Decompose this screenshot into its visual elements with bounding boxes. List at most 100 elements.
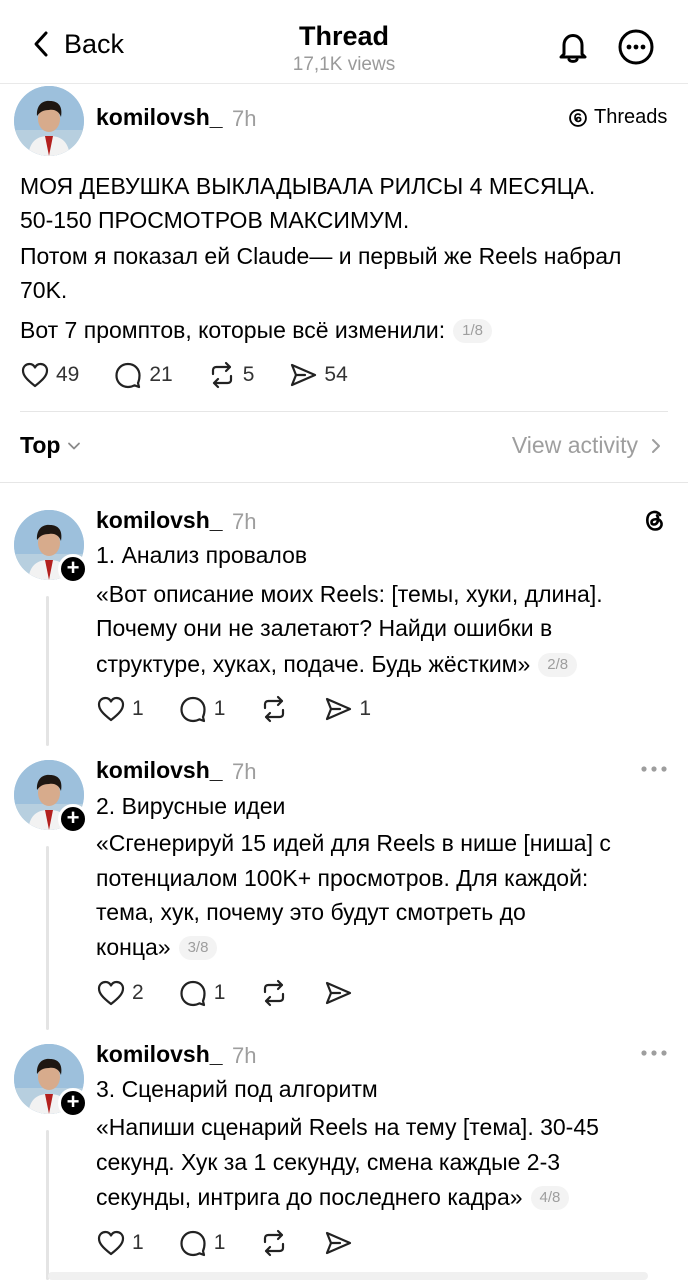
reply-line-3-text: секунды, интрига до последнего кадра»	[96, 1184, 523, 1210]
sort-label: Top	[20, 432, 61, 458]
post-line-1: МОЯ ДЕВУШКА ВЫКЛАДЫВАЛА РИЛСЫ 4 МЕСЯЦА.	[20, 173, 596, 199]
threads-badge[interactable]: Threads	[568, 106, 667, 129]
share-count: 54	[324, 363, 348, 386]
reply-line-3: структуре, хуках, подаче. Будь жёстким» 2…	[96, 647, 666, 682]
reply-line-4-text: конца»	[96, 934, 171, 960]
avatar[interactable]	[14, 86, 84, 156]
reply-line-1: «Вот описание моих Reels: [темы, хуки, д…	[96, 581, 603, 607]
comment-button[interactable]: 1	[178, 1228, 226, 1258]
reply-username[interactable]: komilovsh_	[96, 757, 223, 784]
reply-actions: 1 1	[96, 1228, 387, 1258]
avatar-photo	[14, 86, 84, 156]
share-button[interactable]	[323, 978, 353, 1008]
heart-icon	[97, 696, 125, 722]
thread-line	[46, 846, 49, 1030]
reply-actions: 2 1	[96, 978, 387, 1008]
post-time: 7h	[232, 106, 257, 131]
post-counter: 1/8	[453, 319, 492, 343]
threads-badge-label: Threads	[594, 106, 668, 128]
reply-line-2: потенциалом 100K+ просмотров. Для каждой…	[96, 865, 589, 891]
comment-count: 1	[213, 1231, 226, 1254]
comment-icon	[180, 1230, 206, 1257]
repost-count: 5	[242, 363, 255, 386]
send-icon	[326, 1231, 352, 1255]
like-button[interactable]: 49	[20, 360, 79, 390]
send-icon	[326, 981, 352, 1005]
repost-icon	[264, 1229, 285, 1257]
reply-line-2: секунд. Хук за 1 секунду, смена каждые 2…	[96, 1149, 561, 1175]
share-count: 1	[359, 697, 372, 720]
like-count: 1	[132, 697, 144, 720]
send-icon	[326, 697, 352, 721]
reply-line-1: «Напиши сценарий Reels на тему [тема]. 3…	[96, 1114, 599, 1140]
reply-line-3: тема, хук, почему это будут смотреть до	[96, 899, 526, 925]
reply-time: 7h	[232, 1043, 257, 1068]
post-line-5-text: Вот 7 промптов, которые всё изменили:	[20, 317, 446, 343]
view-activity-link[interactable]: View activity	[512, 432, 662, 459]
repost-button[interactable]	[259, 1228, 289, 1258]
reply-heading: 3. Сценарий под алгоритм	[96, 1076, 378, 1102]
more-icon[interactable]	[640, 764, 668, 774]
reply-line-3-text: структуре, хуках, подаче. Будь жёстким»	[96, 651, 531, 677]
reply-heading: 1. Анализ провалов	[96, 542, 308, 568]
view-activity-label: View activity	[511, 432, 638, 458]
post-username[interactable]: komilovsh_	[96, 104, 223, 131]
repost-icon	[211, 361, 232, 389]
reply-time: 7h	[232, 509, 257, 534]
like-button[interactable]: 1	[96, 694, 144, 724]
threads-logo-icon[interactable]	[640, 506, 668, 534]
comment-button[interactable]: 1	[178, 978, 226, 1008]
chevron-right-icon	[652, 438, 660, 453]
like-count: 1	[132, 1231, 144, 1254]
comment-count: 21	[149, 363, 173, 386]
follow-plus-button[interactable]: +	[58, 804, 88, 834]
repost-button[interactable]	[259, 694, 289, 724]
post-line-5: Вот 7 промптов, которые всё изменили: 1/8	[20, 312, 492, 348]
comment-icon	[115, 362, 141, 389]
comment-count: 1	[213, 981, 226, 1004]
reply-username[interactable]: komilovsh_	[96, 1041, 223, 1068]
reply-actions: 1 1 1	[96, 694, 405, 724]
reply-counter: 4/8	[530, 1186, 570, 1210]
header: Back Thread 17,1K views	[0, 0, 688, 84]
repost-icon	[264, 979, 285, 1007]
thread-line	[46, 1130, 49, 1280]
comment-count: 1	[213, 697, 226, 720]
reply-line-3: секунды, интрига до последнего кадра» 4/8	[96, 1180, 666, 1215]
bottom-bar	[48, 1272, 648, 1280]
share-button[interactable]: 1	[323, 694, 371, 724]
send-icon	[291, 363, 317, 387]
post-line-3: Потом я показал ей Claude— и первый же R…	[20, 243, 622, 269]
comment-icon	[180, 696, 206, 723]
like-count: 49	[56, 363, 80, 386]
more-circle-icon[interactable]	[617, 28, 655, 66]
chevron-down-icon	[68, 442, 81, 449]
comment-button[interactable]: 1	[178, 694, 226, 724]
like-button[interactable]: 1	[96, 1228, 144, 1258]
post-actions: 49 21 5 54	[20, 360, 382, 390]
like-count: 2	[132, 981, 144, 1004]
heart-icon	[97, 1230, 125, 1256]
sort-dropdown[interactable]: Top	[20, 432, 82, 459]
reply-username[interactable]: komilovsh_	[96, 507, 223, 534]
repost-button[interactable]: 5	[207, 360, 255, 390]
follow-plus-button[interactable]: +	[58, 554, 88, 584]
reply-line-4: конца» 3/8	[96, 930, 666, 965]
follow-plus-button[interactable]: +	[58, 1088, 88, 1118]
bell-icon[interactable]	[554, 28, 592, 66]
comment-button[interactable]: 21	[113, 360, 173, 390]
reply-heading: 2. Вирусные идеи	[96, 793, 286, 819]
heart-icon	[97, 980, 125, 1006]
section-divider	[0, 482, 688, 483]
divider	[20, 411, 668, 412]
heart-icon	[21, 362, 49, 388]
reply-line-1: «Сгенерируй 15 идей для Reels в нише [ни…	[96, 830, 611, 856]
thread-line	[46, 596, 49, 746]
thread-page: Back Thread 17,1K views komilovsh_ 7h Th…	[0, 0, 688, 1280]
share-button[interactable]: 54	[288, 360, 348, 390]
more-icon[interactable]	[640, 1048, 668, 1058]
reply-line-2: Почему они не залетают? Найди ошибки в	[96, 615, 553, 641]
repost-button[interactable]	[259, 978, 289, 1008]
share-button[interactable]	[323, 1228, 353, 1258]
like-button[interactable]: 2	[96, 978, 144, 1008]
